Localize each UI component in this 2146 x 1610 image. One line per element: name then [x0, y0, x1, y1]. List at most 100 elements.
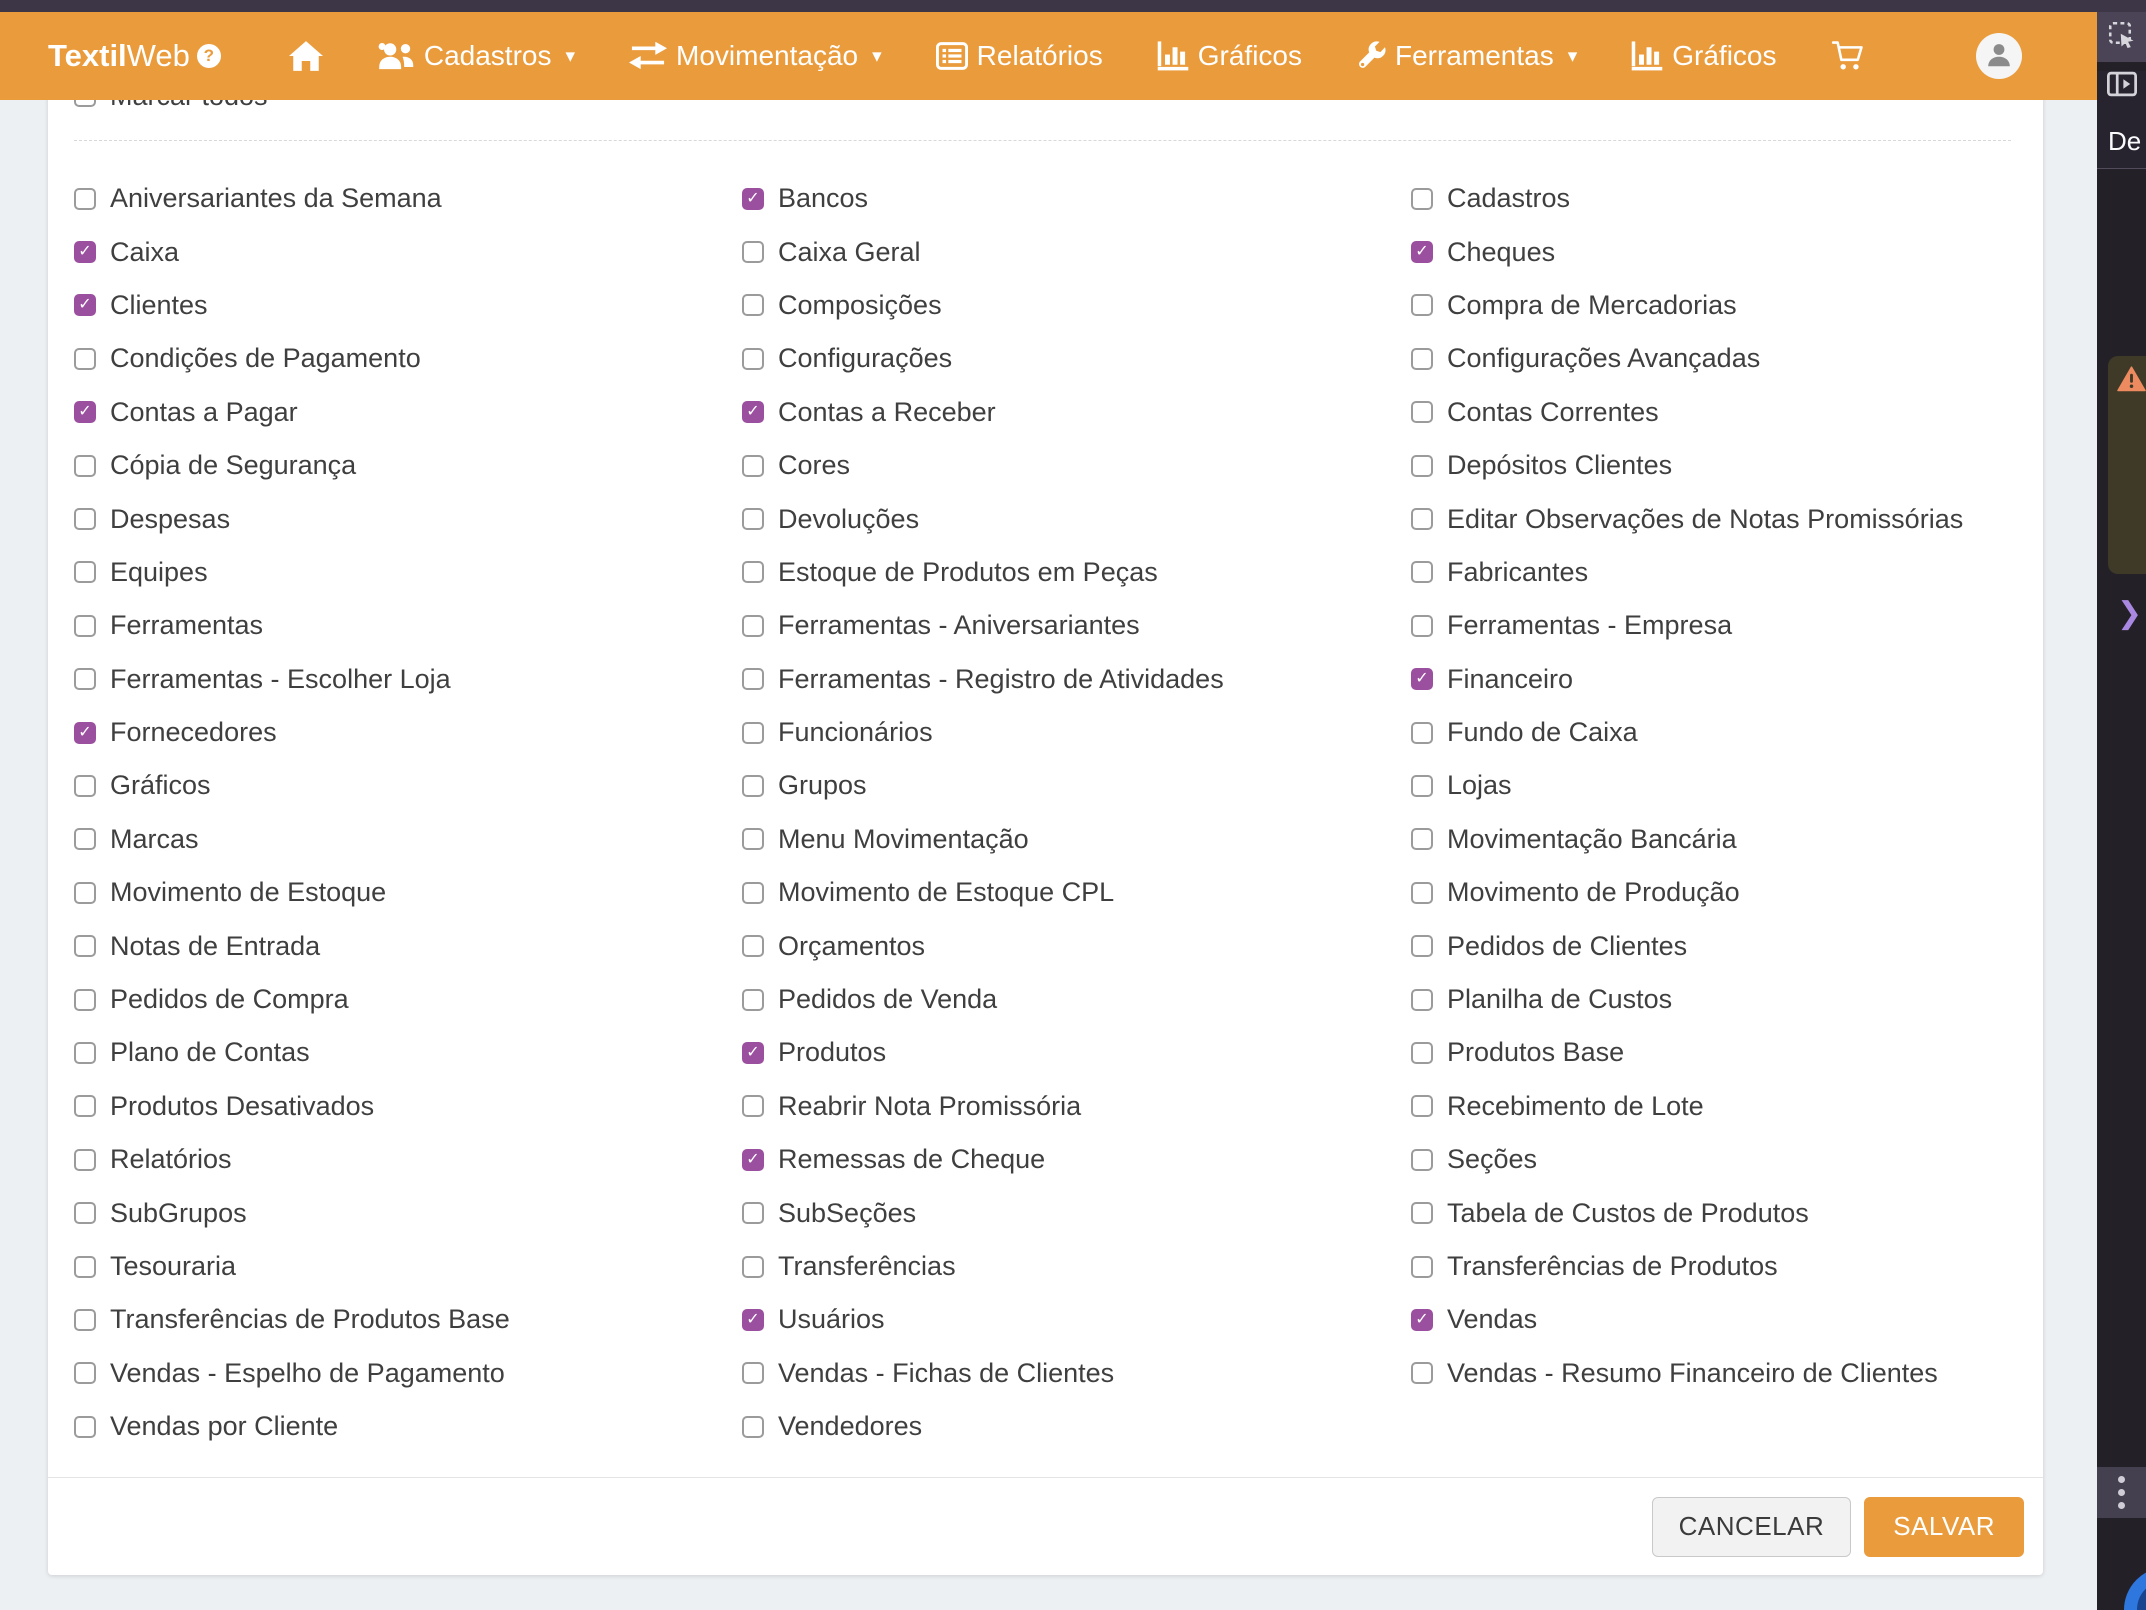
devtools-warning-panel[interactable] [2108, 356, 2146, 574]
permission-item[interactable]: Vendas - Espelho de Pagamento [74, 1347, 742, 1400]
permission-item[interactable]: Movimentação Bancária [1411, 813, 2043, 866]
nav-item-cadastros[interactable]: Cadastros ▾ [377, 40, 575, 72]
permission-item[interactable]: Grupos [742, 759, 1411, 812]
permission-item[interactable]: Pedidos de Clientes [1411, 919, 2043, 972]
permission-item[interactable]: SubSeções [742, 1186, 1411, 1239]
checkbox[interactable] [742, 615, 764, 637]
app-logo[interactable]: TextilWeb ? [48, 38, 221, 74]
checkbox[interactable] [74, 1309, 96, 1331]
help-icon[interactable]: ? [197, 44, 221, 68]
permission-item[interactable]: Ferramentas - Registro de Atividades [742, 653, 1411, 706]
checkbox[interactable]: ✓ [742, 1042, 764, 1064]
checkbox[interactable] [74, 935, 96, 957]
permission-item[interactable]: Pedidos de Venda [742, 973, 1411, 1026]
checkbox[interactable] [74, 668, 96, 690]
checkbox[interactable] [742, 722, 764, 744]
permission-item[interactable]: Fabricantes [1411, 546, 2043, 599]
permission-item[interactable]: Seções [1411, 1133, 2043, 1186]
checkbox[interactable] [74, 1202, 96, 1224]
permission-item[interactable]: Ferramentas - Empresa [1411, 599, 2043, 652]
checkbox[interactable] [742, 935, 764, 957]
permission-item[interactable]: Transferências [742, 1240, 1411, 1293]
permission-item[interactable]: Configurações Avançadas [1411, 332, 2043, 385]
checkbox[interactable] [742, 668, 764, 690]
checkbox[interactable] [1411, 935, 1433, 957]
permission-item[interactable]: ✓ Financeiro [1411, 653, 2043, 706]
permission-item[interactable]: Plano de Contas [74, 1026, 742, 1079]
checkbox[interactable] [742, 1362, 764, 1384]
checkbox[interactable] [1411, 882, 1433, 904]
permission-item[interactable]: ✓ Contas a Receber [742, 386, 1411, 439]
checkbox[interactable] [742, 1202, 764, 1224]
checkbox[interactable] [74, 828, 96, 850]
permission-item[interactable]: Vendedores [742, 1400, 1411, 1453]
checkbox[interactable] [742, 1256, 764, 1278]
permission-item[interactable]: Orçamentos [742, 919, 1411, 972]
checkbox[interactable] [1411, 1362, 1433, 1384]
permission-item[interactable]: Equipes [74, 546, 742, 599]
kebab-menu-icon[interactable] [2097, 1467, 2146, 1518]
permission-item[interactable]: Cópia de Segurança [74, 439, 742, 492]
permission-item[interactable]: Depósitos Clientes [1411, 439, 2043, 492]
permission-item[interactable]: Estoque de Produtos em Peças [742, 546, 1411, 599]
checkbox[interactable] [742, 1095, 764, 1117]
permission-item[interactable]: Devoluções [742, 492, 1411, 545]
checkbox[interactable] [1411, 188, 1433, 210]
permission-item[interactable]: Cores [742, 439, 1411, 492]
checkbox[interactable]: ✓ [742, 401, 764, 423]
checkbox[interactable] [1411, 1256, 1433, 1278]
permission-item[interactable]: Vendas - Fichas de Clientes [742, 1347, 1411, 1400]
checkbox[interactable]: ✓ [74, 722, 96, 744]
permission-item[interactable]: Tabela de Custos de Produtos [1411, 1186, 2043, 1239]
checkbox[interactable] [742, 775, 764, 797]
permission-item[interactable]: Transferências de Produtos Base [74, 1293, 742, 1346]
checkbox[interactable] [742, 561, 764, 583]
checkbox[interactable] [74, 1042, 96, 1064]
checkbox[interactable] [74, 1362, 96, 1384]
nav-item-home[interactable] [289, 41, 323, 71]
checkbox[interactable]: ✓ [74, 401, 96, 423]
permission-item[interactable]: Recebimento de Lote [1411, 1080, 2043, 1133]
permission-item[interactable]: Ferramentas - Escolher Loja [74, 653, 742, 706]
checkbox[interactable] [742, 828, 764, 850]
permission-item[interactable]: ✓ Clientes [74, 279, 742, 332]
permission-item[interactable]: Funcionários [742, 706, 1411, 759]
permission-item[interactable]: SubGrupos [74, 1186, 742, 1239]
checkbox[interactable] [74, 561, 96, 583]
permission-item[interactable]: Composições [742, 279, 1411, 332]
checkbox[interactable] [1411, 348, 1433, 370]
checkbox[interactable] [1411, 294, 1433, 316]
permission-item[interactable]: Caixa Geral [742, 225, 1411, 278]
nav-item-ferramentas[interactable]: Ferramentas ▾ [1356, 40, 1577, 72]
permission-item[interactable]: Ferramentas [74, 599, 742, 652]
permission-item[interactable]: ✓ Usuários [742, 1293, 1411, 1346]
permission-item[interactable]: Lojas [1411, 759, 2043, 812]
permission-item[interactable]: ✓ Caixa [74, 225, 742, 278]
permission-item[interactable]: Vendas por Cliente [74, 1400, 742, 1453]
chevron-right-icon[interactable]: ❯ [2117, 596, 2142, 631]
checkbox[interactable] [74, 348, 96, 370]
nav-item-graficos-2[interactable]: Gráficos [1631, 40, 1776, 72]
permission-item[interactable]: Despesas [74, 492, 742, 545]
permission-item[interactable]: Pedidos de Compra [74, 973, 742, 1026]
permission-item[interactable]: Planilha de Custos [1411, 973, 2043, 1026]
checkbox[interactable] [742, 989, 764, 1011]
checkbox[interactable]: ✓ [1411, 1309, 1433, 1331]
permission-item[interactable]: Reabrir Nota Promissória [742, 1080, 1411, 1133]
checkbox[interactable] [1411, 828, 1433, 850]
permission-item[interactable]: ✓ Cheques [1411, 225, 2043, 278]
permission-item[interactable]: Transferências de Produtos [1411, 1240, 2043, 1293]
permission-item[interactable]: Menu Movimentação [742, 813, 1411, 866]
checkbox[interactable] [1411, 1149, 1433, 1171]
permission-item[interactable]: Produtos Base [1411, 1026, 2043, 1079]
permission-item[interactable]: Editar Observações de Notas Promissórias [1411, 492, 2043, 545]
permission-item[interactable]: ✓ Bancos [742, 172, 1411, 225]
permission-item[interactable]: Aniversariantes da Semana [74, 172, 742, 225]
devtools-tab[interactable]: De [2097, 71, 2146, 169]
permission-item[interactable]: Movimento de Produção [1411, 866, 2043, 919]
checkbox[interactable]: ✓ [1411, 241, 1433, 263]
nav-item-graficos[interactable]: Gráficos [1157, 40, 1302, 72]
checkbox[interactable] [74, 775, 96, 797]
permission-item[interactable]: Contas Correntes [1411, 386, 2043, 439]
checkbox[interactable] [74, 1416, 96, 1438]
